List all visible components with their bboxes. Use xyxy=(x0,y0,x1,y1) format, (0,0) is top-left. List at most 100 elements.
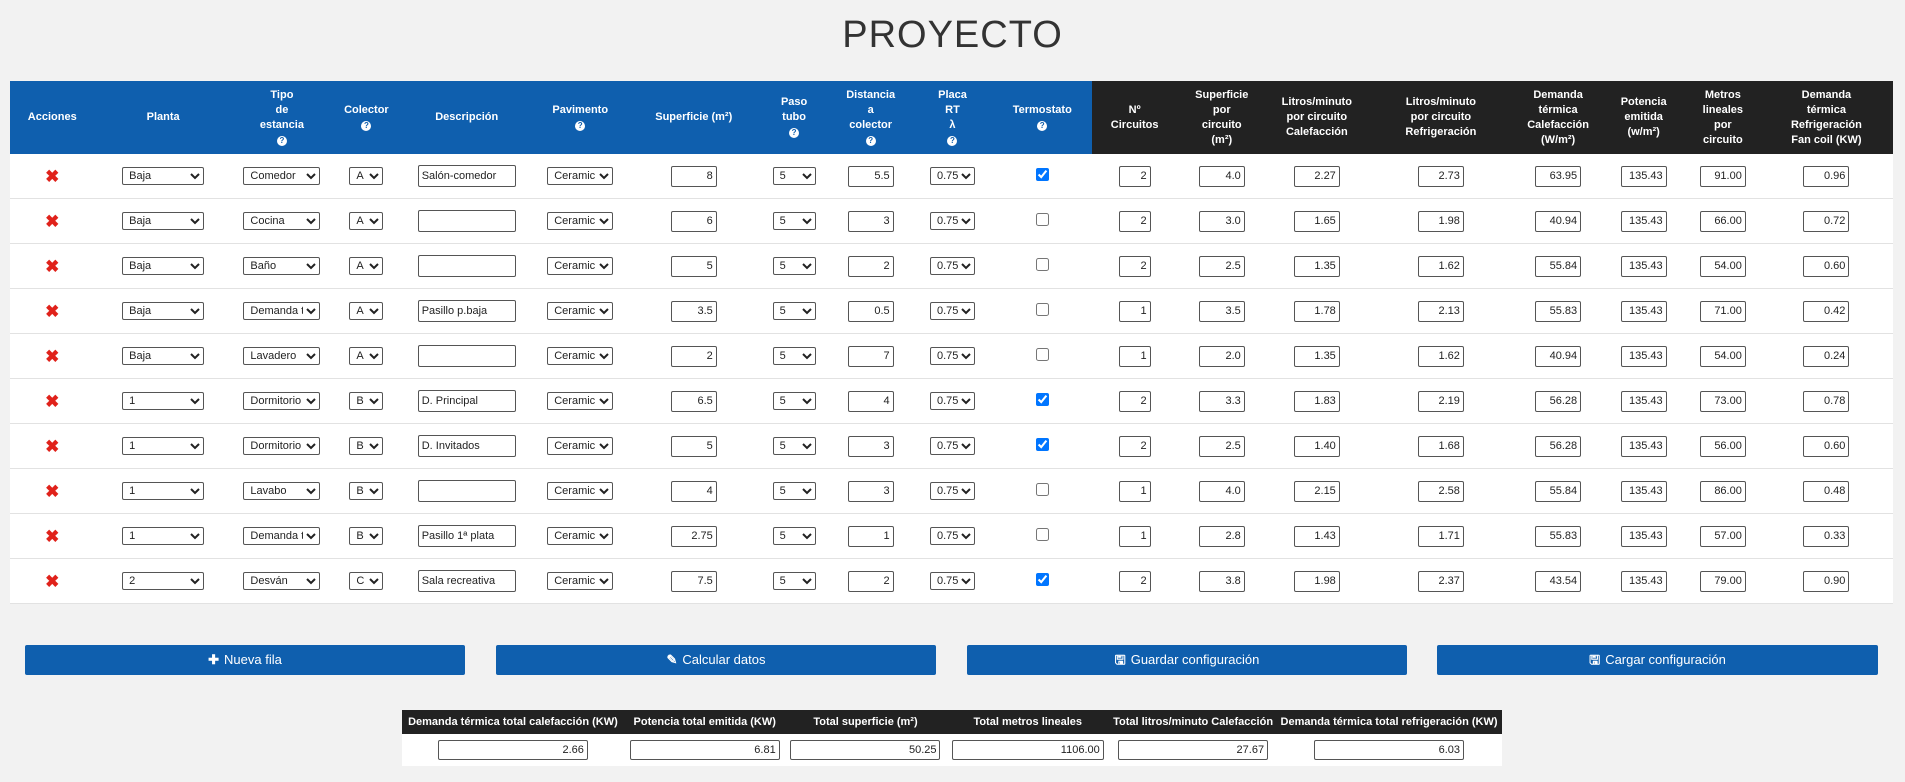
pavimento-select[interactable]: Ceramic xyxy=(547,527,614,545)
demanda-calefaccion-field[interactable] xyxy=(1535,210,1582,232)
help-icon[interactable]: ? xyxy=(1037,120,1048,131)
tipo-estancia-select[interactable]: Lavabo xyxy=(243,482,321,500)
litros-calefaccion-field[interactable] xyxy=(1293,435,1340,457)
tipo-estancia-select[interactable]: Comedor xyxy=(243,167,321,185)
total-potencia-field[interactable] xyxy=(629,740,780,760)
demanda-refrigeracion-field[interactable] xyxy=(1803,210,1850,232)
potencia-emitida-field[interactable] xyxy=(1620,435,1667,457)
help-icon[interactable]: ? xyxy=(947,135,958,146)
paso-tubo-select[interactable]: 5 xyxy=(772,482,816,500)
demanda-calefaccion-field[interactable] xyxy=(1535,570,1582,592)
superficie-circuito-field[interactable] xyxy=(1198,345,1245,367)
total-demanda-refrigeracion-field[interactable] xyxy=(1314,740,1465,760)
descripcion-field[interactable] xyxy=(417,300,516,322)
delete-row-icon[interactable]: ✖ xyxy=(45,393,59,410)
superficie-field[interactable] xyxy=(670,300,717,322)
pavimento-select[interactable]: Ceramic xyxy=(547,302,614,320)
demanda-calefaccion-field[interactable] xyxy=(1535,345,1582,367)
distancia-colector-field[interactable] xyxy=(847,255,894,277)
termostato-checkbox[interactable] xyxy=(1035,213,1049,226)
n-circuitos-field[interactable] xyxy=(1118,255,1151,277)
paso-tubo-select[interactable]: 5 xyxy=(772,212,816,230)
distancia-colector-field[interactable] xyxy=(847,345,894,367)
planta-select[interactable]: Baja xyxy=(122,347,205,365)
placa-rt-select[interactable]: 0.75 xyxy=(929,572,975,590)
descripcion-field[interactable] xyxy=(417,210,516,232)
demanda-refrigeracion-field[interactable] xyxy=(1803,345,1850,367)
tipo-estancia-select[interactable]: Cocina xyxy=(243,212,321,230)
n-circuitos-field[interactable] xyxy=(1118,570,1151,592)
demanda-refrigeracion-field[interactable] xyxy=(1803,435,1850,457)
n-circuitos-field[interactable] xyxy=(1118,480,1151,502)
descripcion-field[interactable] xyxy=(417,255,516,277)
superficie-field[interactable] xyxy=(670,255,717,277)
termostato-checkbox[interactable] xyxy=(1035,528,1049,541)
pavimento-select[interactable]: Ceramic xyxy=(547,257,614,275)
metros-lineales-field[interactable] xyxy=(1699,345,1746,367)
pavimento-select[interactable]: Ceramic xyxy=(547,347,614,365)
demanda-calefaccion-field[interactable] xyxy=(1535,390,1582,412)
superficie-circuito-field[interactable] xyxy=(1198,390,1245,412)
litros-refrigeracion-field[interactable] xyxy=(1417,300,1464,322)
n-circuitos-field[interactable] xyxy=(1118,525,1151,547)
pavimento-select[interactable]: Ceramic xyxy=(547,167,614,185)
n-circuitos-field[interactable] xyxy=(1118,390,1151,412)
litros-refrigeracion-field[interactable] xyxy=(1417,345,1464,367)
delete-row-icon[interactable]: ✖ xyxy=(45,168,59,185)
delete-row-icon[interactable]: ✖ xyxy=(45,438,59,455)
placa-rt-select[interactable]: 0.75 xyxy=(929,437,975,455)
demanda-calefaccion-field[interactable] xyxy=(1535,435,1582,457)
colector-select[interactable]: A xyxy=(349,347,384,365)
superficie-circuito-field[interactable] xyxy=(1198,300,1245,322)
litros-calefaccion-field[interactable] xyxy=(1293,480,1340,502)
demanda-refrigeracion-field[interactable] xyxy=(1803,390,1850,412)
superficie-field[interactable] xyxy=(670,570,717,592)
superficie-circuito-field[interactable] xyxy=(1198,435,1245,457)
colector-select[interactable]: A xyxy=(349,167,384,185)
help-icon[interactable]: ? xyxy=(865,135,876,146)
distancia-colector-field[interactable] xyxy=(847,570,894,592)
litros-refrigeracion-field[interactable] xyxy=(1417,165,1464,187)
demanda-calefaccion-field[interactable] xyxy=(1535,255,1582,277)
superficie-field[interactable] xyxy=(670,435,717,457)
delete-row-icon[interactable]: ✖ xyxy=(45,303,59,320)
litros-refrigeracion-field[interactable] xyxy=(1417,435,1464,457)
placa-rt-select[interactable]: 0.75 xyxy=(929,482,975,500)
demanda-refrigeracion-field[interactable] xyxy=(1803,255,1850,277)
paso-tubo-select[interactable]: 5 xyxy=(772,257,816,275)
litros-calefaccion-field[interactable] xyxy=(1293,390,1340,412)
demanda-calefaccion-field[interactable] xyxy=(1535,300,1582,322)
planta-select[interactable]: Baja xyxy=(122,257,205,275)
paso-tubo-select[interactable]: 5 xyxy=(772,167,816,185)
superficie-field[interactable] xyxy=(670,390,717,412)
superficie-field[interactable] xyxy=(670,345,717,367)
termostato-checkbox[interactable] xyxy=(1035,258,1049,271)
superficie-circuito-field[interactable] xyxy=(1198,570,1245,592)
distancia-colector-field[interactable] xyxy=(847,210,894,232)
metros-lineales-field[interactable] xyxy=(1699,570,1746,592)
tipo-estancia-select[interactable]: Baño xyxy=(243,257,321,275)
superficie-circuito-field[interactable] xyxy=(1198,210,1245,232)
pavimento-select[interactable]: Ceramic xyxy=(547,572,614,590)
placa-rt-select[interactable]: 0.75 xyxy=(929,302,975,320)
colector-select[interactable]: A xyxy=(349,302,384,320)
potencia-emitida-field[interactable] xyxy=(1620,210,1667,232)
superficie-field[interactable] xyxy=(670,165,717,187)
planta-select[interactable]: 1 xyxy=(122,437,205,455)
n-circuitos-field[interactable] xyxy=(1118,165,1151,187)
metros-lineales-field[interactable] xyxy=(1699,255,1746,277)
delete-row-icon[interactable]: ✖ xyxy=(45,483,59,500)
litros-calefaccion-field[interactable] xyxy=(1293,210,1340,232)
paso-tubo-select[interactable]: 5 xyxy=(772,392,816,410)
colector-select[interactable]: A xyxy=(349,212,384,230)
descripcion-field[interactable] xyxy=(417,345,516,367)
help-icon[interactable]: ? xyxy=(361,120,372,131)
litros-refrigeracion-field[interactable] xyxy=(1417,255,1464,277)
demanda-refrigeracion-field[interactable] xyxy=(1803,480,1850,502)
planta-select[interactable]: Baja xyxy=(122,302,205,320)
descripcion-field[interactable] xyxy=(417,435,516,457)
litros-calefaccion-field[interactable] xyxy=(1293,255,1340,277)
tipo-estancia-select[interactable]: Dormitorio xyxy=(243,437,321,455)
superficie-field[interactable] xyxy=(670,480,717,502)
litros-calefaccion-field[interactable] xyxy=(1293,570,1340,592)
